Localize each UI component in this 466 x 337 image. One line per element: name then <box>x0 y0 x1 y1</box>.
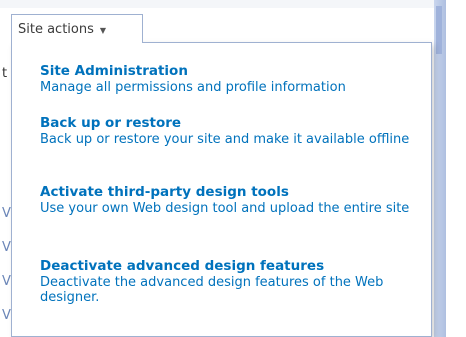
site-actions-menu: Site Administration Manage all permissio… <box>11 42 432 337</box>
menu-item-title: Back up or restore <box>40 115 182 131</box>
background-link-fragment[interactable]: V <box>2 240 11 255</box>
background-link-fragment[interactable]: V <box>2 206 11 221</box>
scrollbar-thumb[interactable] <box>436 6 442 54</box>
site-actions-label: Site actions <box>18 21 94 37</box>
menu-item-title: Activate third-party design tools <box>40 184 289 200</box>
top-band <box>0 0 434 8</box>
background-link-fragment[interactable]: V <box>2 308 11 323</box>
background-text-fragment: t <box>2 66 8 81</box>
menu-item-description: Use your own Web design tool and upload … <box>40 201 410 216</box>
background-link-fragment[interactable]: V <box>2 274 11 289</box>
menu-item-deactivate-design-features[interactable]: Deactivate advanced design features Deac… <box>40 258 430 305</box>
menu-item-description: Back up or restore your site and make it… <box>40 132 410 147</box>
site-actions-button[interactable]: Site actions ▼ <box>11 14 143 43</box>
page: t V V V V Site actions ▼ Site Administra… <box>0 0 466 337</box>
menu-item-description: Deactivate the advanced design features … <box>40 275 384 305</box>
menu-item-backup-restore[interactable]: Back up or restore Back up or restore yo… <box>40 115 430 147</box>
menu-item-activate-design-tools[interactable]: Activate third-party design tools Use yo… <box>40 184 430 216</box>
menu-item-description: Manage all permissions and profile infor… <box>40 80 346 95</box>
menu-item-site-administration[interactable]: Site Administration Manage all permissio… <box>40 63 430 95</box>
menu-item-title: Deactivate advanced design features <box>40 258 325 274</box>
menu-item-title: Site Administration <box>40 63 188 79</box>
chevron-down-icon: ▼ <box>99 25 107 35</box>
